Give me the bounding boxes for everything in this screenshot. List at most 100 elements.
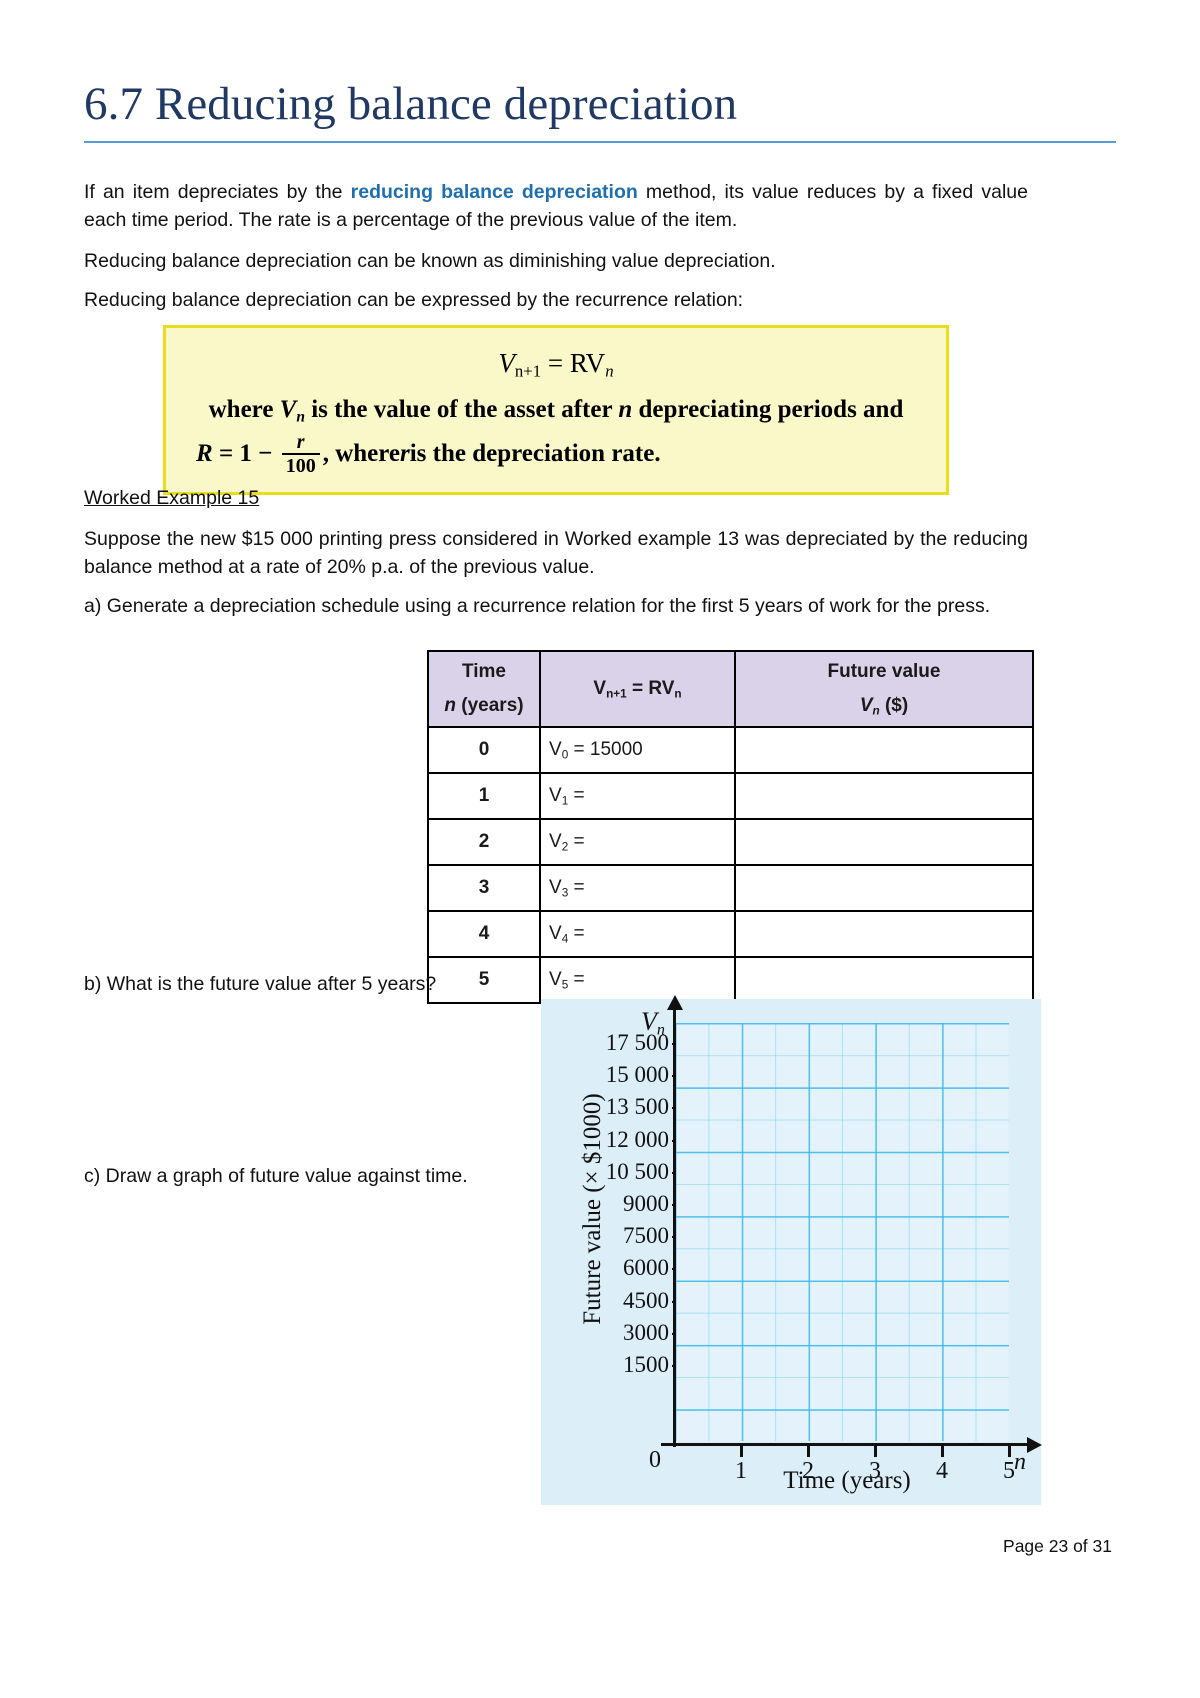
cell-recurrence-0: V0 = 15000	[539, 726, 736, 775]
formula-rate-r: r	[399, 440, 410, 467]
cell-recurrence-5-rest: =	[568, 969, 585, 991]
cell-recurrence-5: V5 =	[539, 956, 736, 1005]
x-axis-title: Time (years)	[783, 1467, 911, 1494]
formula-fraction-denominator: 100	[285, 455, 316, 477]
cell-future-value-3[interactable]	[734, 864, 1034, 913]
plot-grid-area[interactable]	[675, 1023, 1009, 1441]
formula-rate-R: R	[196, 440, 213, 467]
document-page: 6.7 Reducing balance depreciation If an …	[0, 0, 1200, 1698]
cell-recurrence-0-rest: = 15000	[568, 739, 643, 761]
formula-where-line: where Vn is the value of the asset after…	[184, 396, 928, 426]
cell-recurrence-2-rest: =	[568, 831, 585, 853]
formula-main-subscript: n+1	[514, 361, 542, 381]
table-header-time-years: (years)	[456, 695, 524, 717]
y-tick-label: 4500	[565, 1285, 683, 1317]
x-axis-tick-marks	[675, 1446, 1011, 1458]
worked-example-part-a: a) Generate a depreciation schedule usin…	[84, 595, 991, 617]
formula-box: Vn+1 = RVn where Vn is the value of the …	[163, 325, 949, 495]
cell-future-value-4[interactable]	[734, 910, 1034, 959]
formula-rate-line: R = 1 − r 100, where r is the depreciatio…	[184, 432, 928, 476]
x-axis-arrow-icon	[1027, 1437, 1042, 1453]
formula-main-subscript-2: n	[605, 361, 614, 381]
depreciation-schedule-table: Time n (years) Vn+1 = RVn Future value V…	[427, 649, 1034, 1005]
y-axis-symbol-sub: n	[656, 1021, 665, 1039]
y-tick-label: 3000	[565, 1317, 683, 1349]
formula-main-equals: = RV	[547, 348, 606, 378]
cell-time-4: 4	[427, 910, 541, 959]
y-tick-label: 7500	[565, 1220, 683, 1252]
table-header-recurrence-sub2: n	[674, 686, 682, 700]
cell-future-value-0[interactable]	[734, 726, 1034, 775]
formula-where-b: is the value of the asset after	[304, 395, 619, 423]
table-header-future-line2: Vn ($)	[740, 695, 1028, 717]
table-header-future-V: V	[859, 695, 873, 716]
y-axis-line	[673, 1007, 676, 1447]
intro-paragraph-2: Reducing balance depreciation can be kno…	[84, 250, 776, 272]
cell-recurrence-1: V1 =	[539, 772, 736, 821]
y-tick-label: 12 000	[565, 1124, 683, 1156]
page-title-block: 6.7 Reducing balance depreciation	[84, 78, 1116, 143]
cell-recurrence-3: V3 =	[539, 864, 736, 913]
table-header-future-sub: n	[872, 704, 880, 718]
formula-where-sub: n	[296, 408, 305, 425]
worked-example-part-b: b) What is the future value after 5 year…	[84, 973, 437, 995]
table-header-future-value: Future value Vn ($)	[734, 649, 1034, 729]
x-tick-mark	[740, 1446, 743, 1457]
y-axis-tick-labels: 17 500 15 000 13 500 12 000 10 500 9000 …	[565, 1027, 683, 1381]
intro-paragraph-3: Reducing balance depreciation can be exp…	[84, 289, 744, 311]
formula-fraction-numerator: r	[296, 431, 305, 453]
cell-recurrence-5-V: V	[549, 969, 562, 991]
x-tick-mark	[874, 1446, 877, 1457]
intro-p1-before: If an item depreciates by the	[84, 181, 351, 203]
table-row: 2 V2 =	[427, 818, 1034, 867]
cell-time-3: 3	[427, 864, 541, 913]
table-header-row: Time n (years) Vn+1 = RVn Future value V…	[427, 649, 1034, 729]
cell-recurrence-4-rest: =	[568, 923, 585, 945]
x-tick-mark	[941, 1446, 944, 1457]
formula-main-V: V	[498, 348, 515, 378]
formula-where-V: V	[279, 395, 297, 423]
cell-recurrence-3-V: V	[549, 877, 562, 899]
table-header-future-line1: Future value	[827, 661, 941, 682]
formula-main: Vn+1 = RVn	[184, 348, 928, 382]
cell-recurrence-2-V: V	[549, 831, 562, 853]
table-header-recurrence: Vn+1 = RVn	[539, 649, 736, 729]
y-axis-arrow-icon	[667, 995, 683, 1010]
cell-recurrence-1-rest: =	[568, 785, 585, 807]
y-tick-label: 1500	[565, 1349, 683, 1381]
formula-where-a: where	[208, 395, 280, 423]
table-header-time-line2: n (years)	[433, 695, 535, 717]
page-title: 6.7 Reducing balance depreciation	[84, 78, 738, 130]
table-row: 4 V4 =	[427, 910, 1034, 959]
y-tick-label: 10 500	[565, 1156, 683, 1188]
y-tick-label: 15 000	[565, 1059, 683, 1091]
worked-example-body: Suppose the new $15 000 printing press c…	[84, 528, 1028, 579]
table-header-recurrence-sub: n+1	[606, 686, 627, 700]
cell-recurrence-2: V2 =	[539, 818, 736, 867]
formula-where-c: depreciating periods and	[632, 395, 904, 423]
y-axis-symbol: Vn	[641, 1007, 665, 1040]
formula-where-n: n	[618, 395, 633, 423]
title-divider	[84, 140, 1116, 143]
cell-time-1: 1	[427, 772, 541, 821]
formula-rate-tail-a: , where	[322, 440, 400, 467]
cell-time-0: 0	[427, 726, 541, 775]
cell-future-value-2[interactable]	[734, 818, 1034, 867]
x-tick-mark	[807, 1446, 810, 1457]
x-tick-mark	[1008, 1446, 1011, 1457]
table-header-recurrence-eq: = RV	[626, 677, 675, 699]
table-row: 3 V3 =	[427, 864, 1034, 913]
page-footer: Page 23 of 31	[1003, 1536, 1112, 1556]
formula-fraction: r 100	[281, 431, 320, 477]
y-axis-symbol-V: V	[641, 1007, 657, 1036]
cell-recurrence-4-V: V	[549, 923, 562, 945]
cell-future-value-5[interactable]	[734, 956, 1034, 1005]
intro-paragraph-1: If an item depreciates by the reducing b…	[84, 178, 1028, 235]
formula-rate-equals: = 1 −	[218, 440, 273, 467]
worked-example-part-c: c) Draw a graph of future value against …	[84, 1165, 468, 1187]
cell-recurrence-4: V4 =	[539, 910, 736, 959]
cell-recurrence-0-V: V	[549, 739, 562, 761]
y-tick-label: 9000	[565, 1188, 683, 1220]
cell-future-value-1[interactable]	[734, 772, 1034, 821]
table-body: 0 V0 = 15000 1 V1 = 2 V2 = 3 V3 = 4 V4 =…	[427, 726, 1034, 1005]
